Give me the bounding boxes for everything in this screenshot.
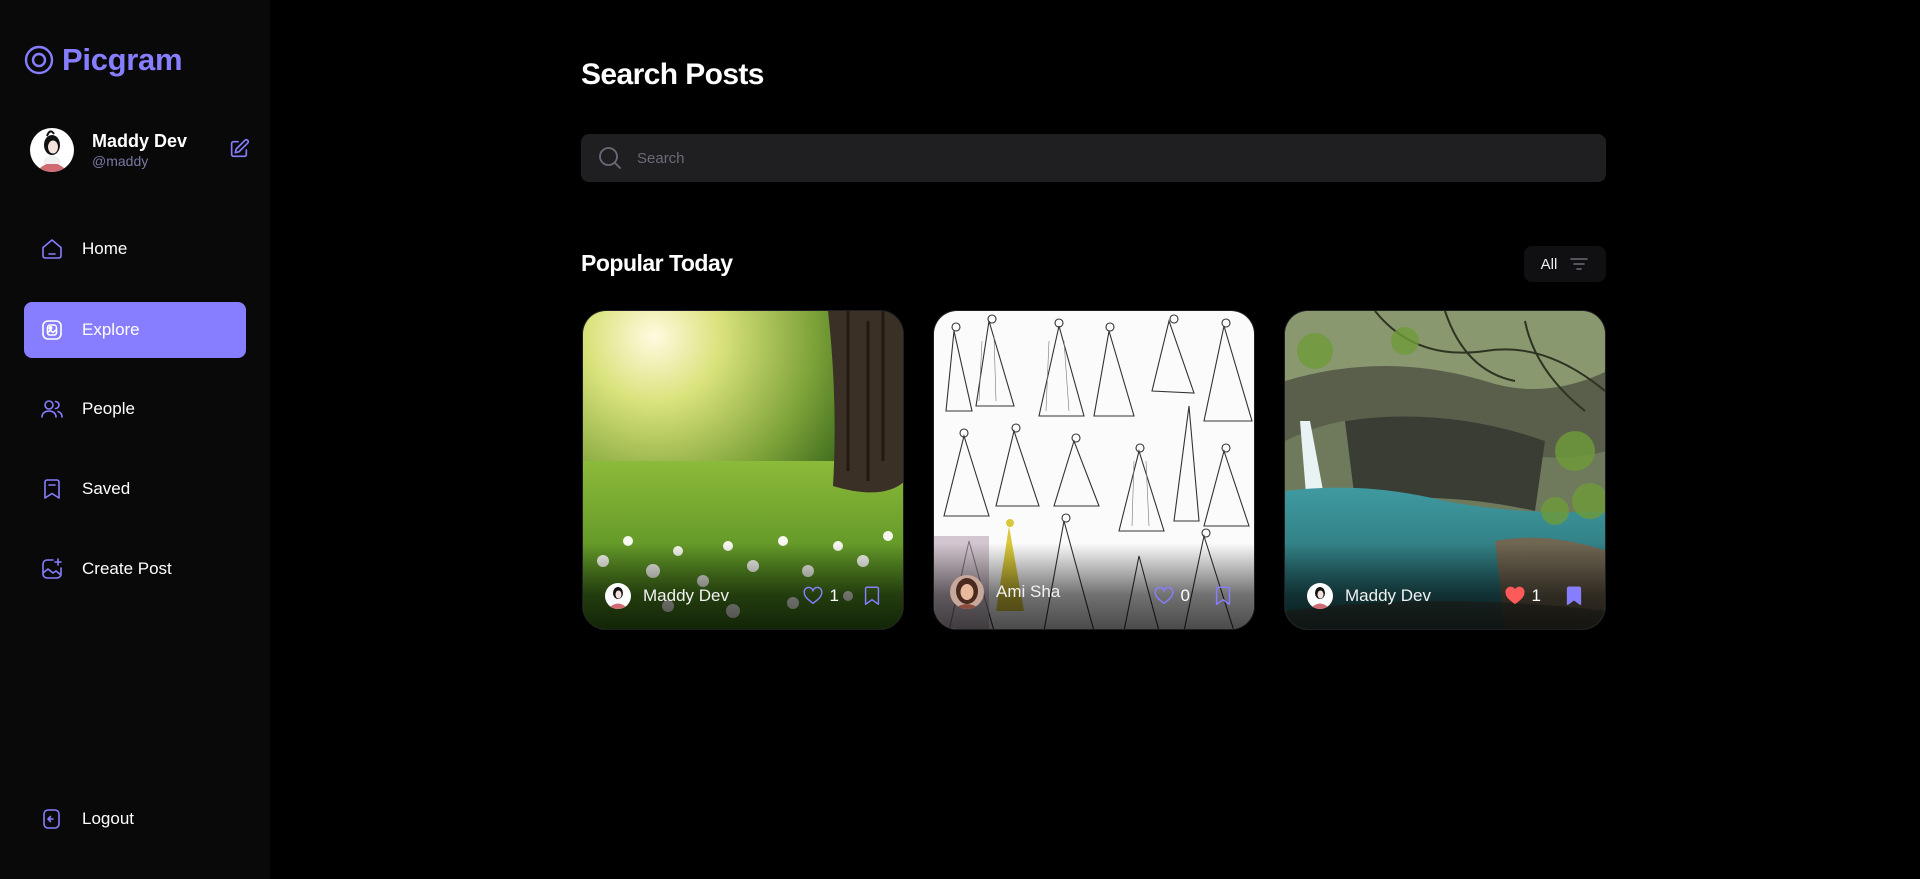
logo-icon: [24, 45, 54, 75]
profile-card[interactable]: Maddy Dev @maddy: [30, 126, 250, 174]
profile-handle: @maddy: [92, 153, 149, 169]
profile-name: Maddy Dev: [92, 131, 188, 151]
author-name: Maddy Dev: [1345, 586, 1431, 605]
search-bar[interactable]: [581, 134, 1606, 182]
filter-button[interactable]: All: [1524, 246, 1606, 282]
nav-label-logout: Logout: [82, 809, 134, 828]
post-card[interactable]: Maddy Dev 1: [1284, 310, 1606, 630]
nav-label-home: Home: [82, 239, 128, 258]
author-name: Maddy Dev: [643, 586, 729, 605]
post-author[interactable]: Maddy Dev: [1307, 583, 1431, 609]
filter-icon: [1570, 258, 1589, 270]
bookmark-icon: [44, 479, 60, 499]
sidebar: Picgram Maddy Dev @maddy Home Explore Pe…: [0, 0, 270, 879]
post-author[interactable]: Ami Sha: [950, 575, 1061, 609]
nav-item-people[interactable]: People: [24, 381, 246, 437]
like-count: 0: [1180, 586, 1190, 605]
search-icon: [599, 147, 621, 169]
bookmark-icon[interactable]: [861, 585, 883, 607]
nav-item-home[interactable]: Home: [24, 221, 246, 277]
heart-icon[interactable]: [1153, 585, 1175, 607]
logout-button[interactable]: Logout: [24, 791, 246, 847]
post-stats: 0: [1153, 585, 1234, 607]
author-avatar[interactable]: [950, 575, 984, 609]
page-title: Search Posts: [581, 58, 765, 91]
bookmark-icon[interactable]: [1212, 585, 1234, 607]
author-avatar[interactable]: [1307, 583, 1333, 609]
avatar[interactable]: [30, 128, 74, 172]
explore-page: Search Posts Popular Today All: [270, 0, 1920, 879]
nav-label-create-post: Create Post: [82, 559, 172, 578]
home-icon: [42, 239, 62, 259]
nav-item-explore[interactable]: Explore: [24, 302, 246, 358]
like-count: 1: [1531, 586, 1541, 605]
edit-icon[interactable]: [228, 138, 250, 160]
section-title: Popular Today: [581, 250, 733, 276]
post-card[interactable]: Ami Sha 0: [933, 310, 1255, 630]
nav-label-saved: Saved: [82, 479, 131, 498]
author-name: Ami Sha: [996, 582, 1061, 601]
nav-item-create-post[interactable]: Create Post: [24, 541, 246, 597]
bookmark-filled-icon[interactable]: [1563, 585, 1585, 607]
create-post-icon: [42, 558, 62, 579]
heart-filled-icon[interactable]: [1504, 585, 1526, 607]
post-stats: 1: [802, 585, 883, 607]
logo[interactable]: Picgram: [24, 42, 183, 78]
post-author[interactable]: Maddy Dev: [605, 583, 729, 609]
nav-label-explore: Explore: [82, 320, 140, 339]
post-stats: 1: [1504, 585, 1585, 607]
search-input[interactable]: [637, 149, 1537, 167]
people-icon: [41, 400, 63, 418]
post-card[interactable]: Maddy Dev 1: [582, 310, 904, 630]
nav-item-saved[interactable]: Saved: [24, 461, 246, 517]
app-name: Picgram: [62, 42, 183, 77]
author-avatar[interactable]: [605, 583, 631, 609]
filter-label: All: [1540, 255, 1558, 273]
explore-icon: [42, 320, 62, 340]
nav-label-people: People: [82, 399, 135, 418]
like-count: 1: [829, 586, 839, 605]
logout-icon: [43, 809, 60, 829]
heart-icon[interactable]: [802, 585, 824, 607]
